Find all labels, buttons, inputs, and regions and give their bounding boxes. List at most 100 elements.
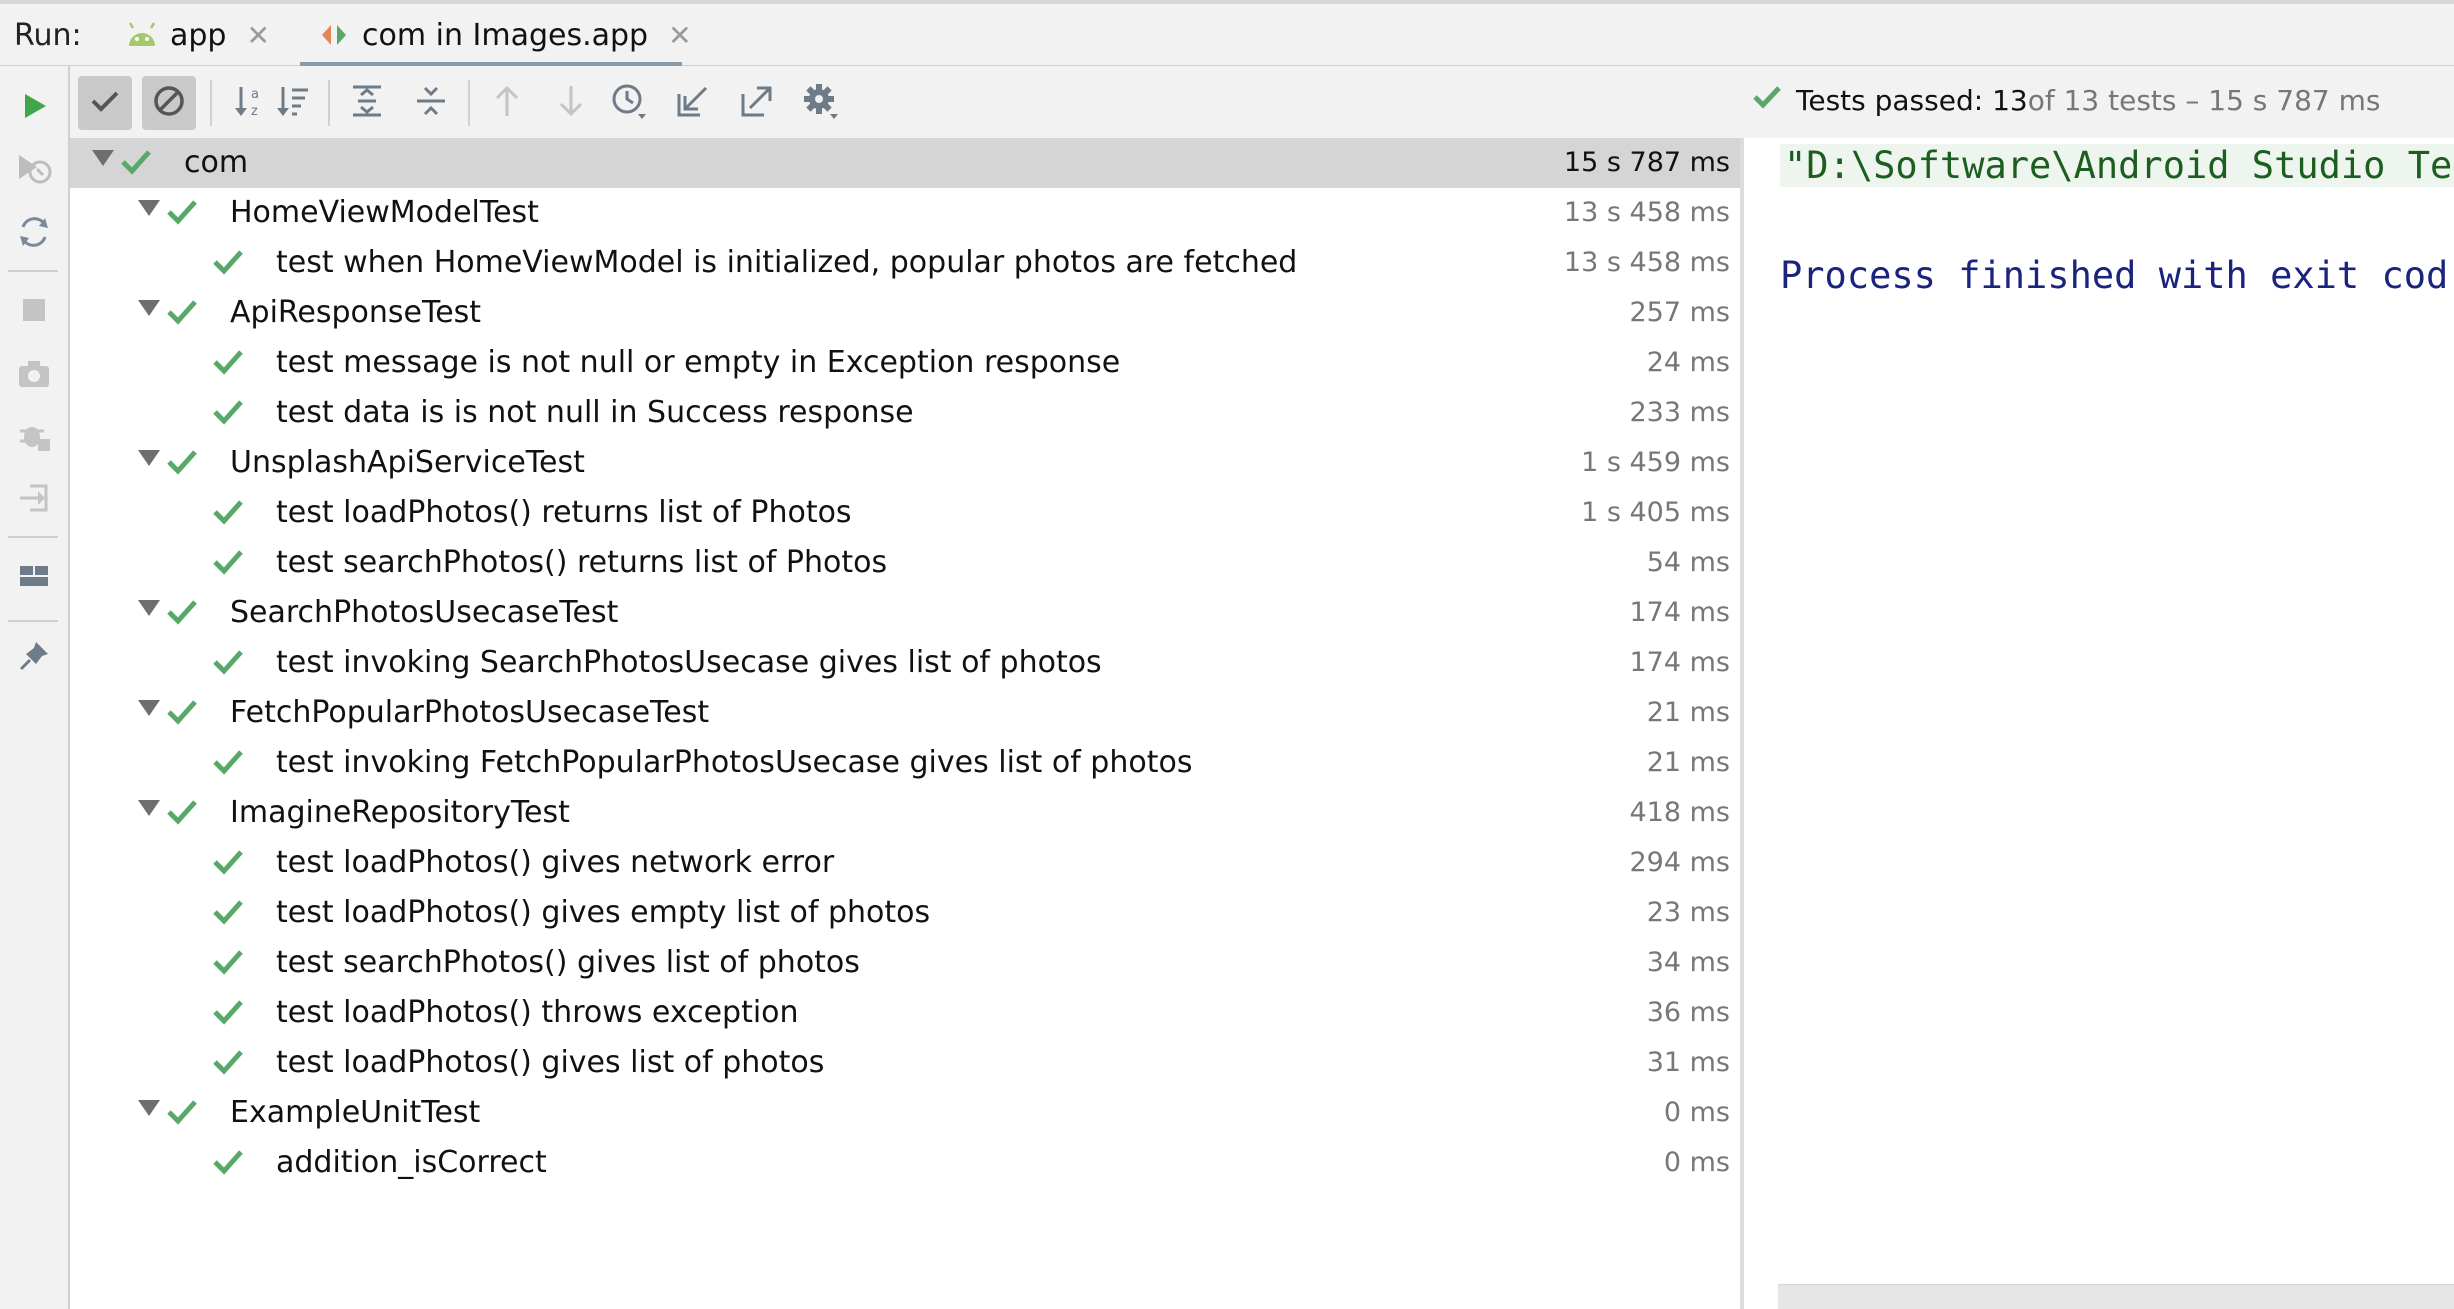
arrow-up-icon: [492, 84, 522, 122]
test-class-row[interactable]: ImagineRepositoryTest 418 ms: [70, 788, 1740, 838]
test-duration: 418 ms: [1629, 797, 1731, 828]
test-duration: 54 ms: [1646, 547, 1730, 578]
test-duration: 294 ms: [1629, 847, 1731, 878]
expand-arrow-icon[interactable]: [138, 450, 160, 466]
rerun-failed-icon[interactable]: [10, 146, 58, 194]
passed-checkmark-icon: [1752, 84, 1782, 117]
test-passed-icon: [166, 297, 198, 327]
show-passed-button[interactable]: [78, 76, 132, 130]
test-class-row[interactable]: ApiResponseTest 257 ms: [70, 288, 1740, 338]
expand-arrow-icon[interactable]: [138, 300, 160, 316]
import-tests-button[interactable]: [666, 76, 720, 130]
sort-by-duration-button[interactable]: [266, 76, 320, 130]
test-history-button[interactable]: [602, 76, 656, 130]
expand-arrow-icon[interactable]: [92, 150, 114, 166]
collapse-all-button[interactable]: [404, 76, 458, 130]
horizontal-scrollbar[interactable]: [1778, 1284, 2454, 1309]
test-name: test message is not null or empty in Exc…: [276, 345, 1121, 380]
expand-arrow-icon[interactable]: [138, 800, 160, 816]
test-name: HomeViewModelTest: [230, 195, 539, 230]
test-duration: 31 ms: [1646, 1047, 1730, 1078]
tests-status: Tests passed: 13 of 13 tests – 15 s 787 …: [1752, 84, 2381, 117]
rerun-icon[interactable]: [10, 82, 58, 130]
test-case-row[interactable]: test data is is not null in Success resp…: [70, 388, 1740, 438]
test-name: SearchPhotosUsecaseTest: [230, 595, 619, 630]
test-case-row[interactable]: test loadPhotos() throws exception 36 ms: [70, 988, 1740, 1038]
test-class-row[interactable]: SearchPhotosUsecaseTest 174 ms: [70, 588, 1740, 638]
test-name: test invoking FetchPopularPhotosUsecase …: [276, 745, 1193, 780]
tab-com-label: com in Images.app: [362, 17, 649, 53]
test-class-row[interactable]: ExampleUnitTest 0 ms: [70, 1088, 1740, 1138]
test-duration: 24 ms: [1646, 347, 1730, 378]
left-toolbar-separator: [8, 270, 58, 272]
test-name: com: [184, 145, 249, 180]
test-case-row[interactable]: test loadPhotos() gives empty list of ph…: [70, 888, 1740, 938]
settings-button[interactable]: [794, 76, 848, 130]
debug-icon[interactable]: [10, 412, 58, 460]
test-case-row[interactable]: test loadPhotos() returns list of Photos…: [70, 488, 1740, 538]
tab-com-close-icon[interactable]: ✕: [668, 19, 691, 52]
left-toolbar-separator: [8, 620, 58, 622]
test-case-row[interactable]: test when HomeViewModel is initialized, …: [70, 238, 1740, 288]
test-case-row[interactable]: test loadPhotos() gives network error 294…: [70, 838, 1740, 888]
test-duration: 0 ms: [1663, 1097, 1730, 1128]
test-class-row[interactable]: HomeViewModelTest 13 s 458 ms: [70, 188, 1740, 238]
console-process-finished: Process finished with exit cod: [1780, 254, 2449, 297]
toggle-auto-test-icon[interactable]: [10, 208, 58, 256]
test-passed-icon: [212, 947, 244, 977]
pin-icon[interactable]: [10, 632, 58, 680]
tab-app-close-icon[interactable]: ✕: [246, 19, 269, 52]
ignored-icon: [152, 84, 186, 122]
export-tests-button[interactable]: [730, 76, 784, 130]
test-name: ExampleUnitTest: [230, 1095, 481, 1130]
test-passed-icon: [212, 847, 244, 877]
test-passed-icon: [212, 647, 244, 677]
checkmark-icon: [90, 89, 120, 117]
show-ignored-button[interactable]: [142, 76, 196, 130]
test-duration: 1 s 405 ms: [1581, 497, 1730, 528]
test-passed-icon: [212, 997, 244, 1027]
test-case-row[interactable]: test message is not null or empty in Exc…: [70, 338, 1740, 388]
test-name: ApiResponseTest: [230, 295, 482, 330]
test-results-tree[interactable]: com 15 s 787 ms HomeViewModelTest 13 s 458 …: [70, 138, 1740, 1309]
test-case-row[interactable]: addition_isCorrect 0 ms: [70, 1138, 1740, 1188]
stop-icon[interactable]: [10, 286, 58, 334]
camera-icon[interactable]: [10, 350, 58, 398]
test-class-row[interactable]: FetchPopularPhotosUsecaseTest 21 ms: [70, 688, 1740, 738]
test-passed-icon: [166, 447, 198, 477]
tab-com-in-images-app[interactable]: com in Images.app ✕: [316, 4, 692, 66]
test-name: test searchPhotos() gives list of photos: [276, 945, 860, 980]
test-case-row[interactable]: test loadPhotos() gives list of photos 31…: [70, 1038, 1740, 1088]
test-case-row[interactable]: test invoking FetchPopularPhotosUsecase …: [70, 738, 1740, 788]
test-class-row[interactable]: UnsplashApiServiceTest 1 s 459 ms: [70, 438, 1740, 488]
tab-app[interactable]: app ✕: [124, 4, 270, 66]
test-runner-toolbar: a z Tests passed: 13 of 13 tests – 15 s …: [70, 66, 2454, 138]
test-passed-icon: [212, 1047, 244, 1077]
layout-icon[interactable]: [10, 552, 58, 600]
login-icon[interactable]: [10, 474, 58, 522]
test-case-row[interactable]: test searchPhotos() returns list of Phot…: [70, 538, 1740, 588]
expand-arrow-icon[interactable]: [138, 600, 160, 616]
test-passed-icon: [166, 697, 198, 727]
test-duration: 174 ms: [1629, 597, 1731, 628]
test-name: addition_isCorrect: [276, 1145, 547, 1180]
test-passed-icon: [212, 397, 244, 427]
svg-text:z: z: [251, 104, 258, 118]
test-config-icon: [316, 17, 352, 53]
test-passed-icon: [212, 747, 244, 777]
run-label: Run:: [14, 18, 82, 53]
expand-arrow-icon[interactable]: [138, 1100, 160, 1116]
expand-arrow-icon[interactable]: [138, 700, 160, 716]
test-name: UnsplashApiServiceTest: [230, 445, 585, 480]
next-failed-test-button[interactable]: [544, 76, 598, 130]
test-case-row[interactable]: test invoking SearchPhotosUsecase gives …: [70, 638, 1740, 688]
test-name: ImagineRepositoryTest: [230, 795, 570, 830]
test-case-row[interactable]: test searchPhotos() gives list of photos…: [70, 938, 1740, 988]
test-passed-icon: [166, 1097, 198, 1127]
expand-arrow-icon[interactable]: [138, 200, 160, 216]
tests-total-duration: of 13 tests – 15 s 787 ms: [2027, 84, 2381, 117]
previous-failed-test-button[interactable]: [480, 76, 534, 130]
console-output[interactable]: "D:\Software\Android Studio Te Process f…: [1744, 138, 2454, 1309]
expand-all-button[interactable]: [340, 76, 394, 130]
tree-root-row[interactable]: com 15 s 787 ms: [70, 138, 1740, 188]
